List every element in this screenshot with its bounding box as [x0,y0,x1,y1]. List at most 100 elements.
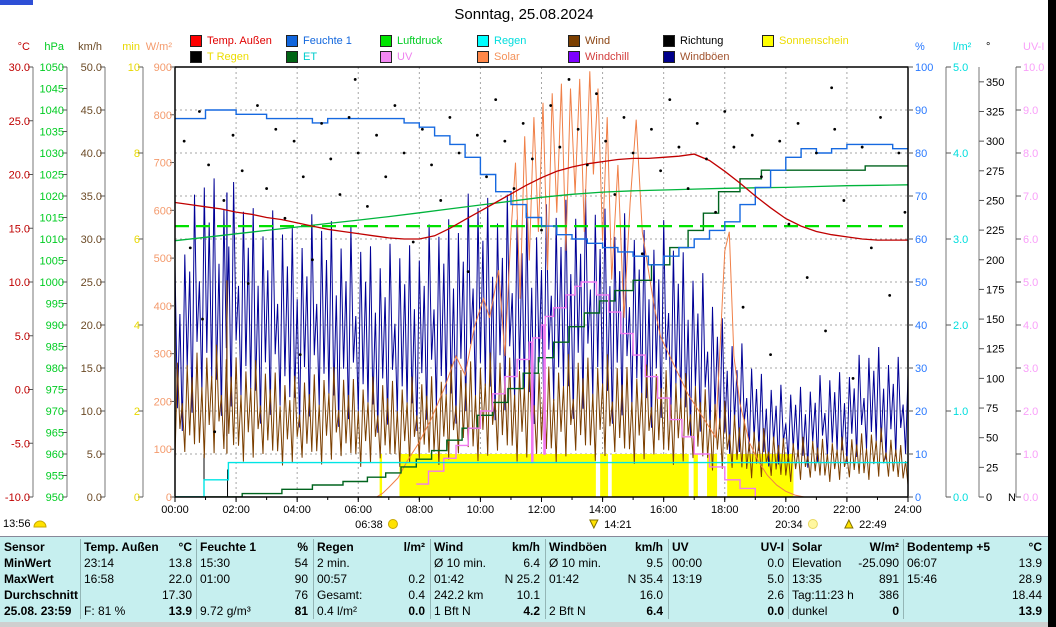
svg-text:900: 900 [154,62,172,74]
svg-text:12:00: 12:00 [528,504,556,516]
svg-text:275: 275 [986,166,1004,178]
svg-text:30: 30 [915,363,927,375]
svg-text:35.0: 35.0 [81,191,102,203]
svg-text:70: 70 [915,191,927,203]
svg-text:960: 960 [46,449,64,461]
svg-text:°C: °C [18,41,30,53]
svg-text:125: 125 [986,344,1004,356]
svg-text:30.0: 30.0 [9,62,30,74]
svg-text:20:34: 20:34 [775,519,803,531]
table-cell: 15:46 28.9 [907,572,1042,586]
svg-text:0.0: 0.0 [953,492,968,504]
x-axis: 00:00 02:00 04:00 06:00 08:00 10:00 12:00 14:00… [161,497,922,516]
svg-text:16:00: 16:00 [650,504,678,516]
svg-text:24:00: 24:00 [894,504,922,516]
svg-text:hPa: hPa [44,41,64,53]
svg-text:20: 20 [915,406,927,418]
table-cell: 13:35 891 [792,572,899,586]
svg-text:0: 0 [986,492,992,504]
svg-text:6: 6 [134,234,140,246]
svg-text:06:38: 06:38 [355,519,383,531]
svg-text:3.0: 3.0 [953,234,968,246]
svg-text:14:00: 14:00 [589,504,617,516]
svg-text:80: 80 [915,148,927,160]
svg-text:800: 800 [154,110,172,122]
svg-text:10.0: 10.0 [81,406,102,418]
table-cell: 00:57 0.2 [317,572,425,586]
svg-text:1010: 1010 [40,234,64,246]
svg-text:7.0: 7.0 [1023,191,1038,203]
sun-moon-annotations: 06:38 14:21 20:34 22:49 13:56 [3,518,887,531]
svg-text:1045: 1045 [40,84,64,96]
table-cell: 01:42 N 35.4 [549,572,663,586]
table-cell: 00:00 0.0 [672,556,784,570]
svg-text:300: 300 [154,349,172,361]
table-cell: 01:42 N 25.2 [434,572,540,586]
table-cell: 06:07 13.9 [907,556,1042,570]
svg-text:8: 8 [134,148,140,160]
svg-text:40.0: 40.0 [81,148,102,160]
svg-text:40: 40 [915,320,927,332]
weather-app-window: Sonntag, 25.08.2024 Temp. Außen Feuchte 1… [0,0,1056,627]
svg-text:350: 350 [986,77,1004,89]
svg-text:990: 990 [46,320,64,332]
svg-text:0.0: 0.0 [87,492,102,504]
axis-lm2: l/m² 5.0 4.0 3.0 2.0 1.0 0.0 [945,41,972,504]
svg-text:0: 0 [134,492,140,504]
svg-text:300: 300 [986,136,1004,148]
svg-text:N: N [1008,492,1016,504]
svg-text:min: min [122,41,140,53]
table-divider [903,539,904,619]
svg-text:175: 175 [986,284,1004,296]
svg-text:4: 4 [134,320,140,332]
table-cell: Elevation -25.090 [792,556,899,570]
series-t-regen [203,454,229,497]
svg-text:08:00: 08:00 [406,504,434,516]
table-divider [545,539,546,619]
table-cell: Gesamt: 0.4 [317,588,425,602]
svg-text:100: 100 [915,62,933,74]
svg-text:955: 955 [46,471,64,483]
table-cell: 242.2 km 10.1 [434,588,540,602]
table-row-label: MinWert [4,556,52,570]
svg-text:22:00: 22:00 [833,504,861,516]
svg-text:0: 0 [915,492,921,504]
table-cell: 16:58 22.0 [84,572,192,586]
svg-text:200: 200 [986,255,1004,267]
svg-text:20.0: 20.0 [9,170,30,182]
table-col-header: Solar W/m² [792,540,899,554]
table-cell: 23:14 13.8 [84,556,192,570]
svg-text:0.0: 0.0 [15,385,30,397]
svg-text:995: 995 [46,299,64,311]
svg-text:15.0: 15.0 [9,223,30,235]
axis-solar: W/m² 900 800 700 600 500 400 300 200 100 0 [146,41,175,504]
svg-text:20:00: 20:00 [772,504,800,516]
svg-text:2.0: 2.0 [1023,406,1038,418]
svg-text:100: 100 [986,373,1004,385]
svg-text:25.0: 25.0 [81,277,102,289]
table-cell: Tag:11:23 h 386 [792,588,899,602]
svg-text:W/m²: W/m² [146,41,173,53]
table-cell: 15:30 54 [200,556,308,570]
table-cell: 9.72 g/m³ 81 [200,604,308,618]
axis-wind: km/h 50.0 45.0 40.0 35.0 30.0 25.0 20.0 15.0 10.0… [78,41,106,504]
svg-text:975: 975 [46,385,64,397]
svg-text:50: 50 [986,433,998,445]
svg-text:22:49: 22:49 [859,519,887,531]
svg-text:1.0: 1.0 [953,406,968,418]
svg-text:10.0: 10.0 [9,277,30,289]
table-cell: 17.30 [161,588,192,602]
table-col-header: Temp. Außen °C [84,540,192,554]
svg-text:10: 10 [128,62,140,74]
table-cell: 13.9 [1018,604,1042,618]
svg-text:200: 200 [154,396,172,408]
svg-text:1015: 1015 [40,213,64,225]
svg-text:20.0: 20.0 [81,320,102,332]
axis-hpa: hPa 1050 1045 1040 1035 1030 1025 1020 1015 1010 1… [40,41,68,504]
table-cell: 18.44 [1011,588,1042,602]
svg-text:965: 965 [46,428,64,440]
svg-text:14:21: 14:21 [604,519,632,531]
svg-text:3.0: 3.0 [1023,363,1038,375]
svg-text:1050: 1050 [40,62,64,74]
svg-text:325: 325 [986,106,1004,118]
